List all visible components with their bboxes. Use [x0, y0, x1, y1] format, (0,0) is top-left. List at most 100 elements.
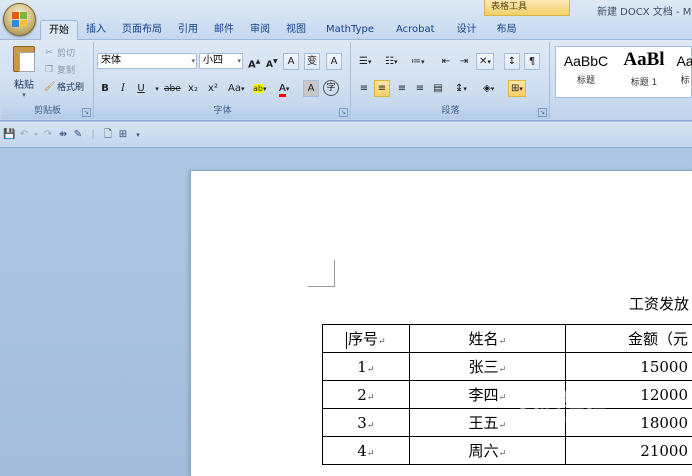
strikethrough-button[interactable]: abe	[161, 80, 184, 97]
table-row[interactable]: 2↵ 李四↵ 12000	[322, 380, 692, 409]
numbering-button[interactable]: ☷▾	[382, 53, 400, 70]
tab-page-layout[interactable]: 页面布局	[114, 20, 170, 40]
bold-button[interactable]: B	[97, 80, 113, 97]
subscript-button[interactable]: x₂	[185, 80, 201, 97]
tab-review[interactable]: 审阅	[242, 20, 278, 40]
enclose-char-label: 字	[326, 83, 336, 93]
table-row[interactable]: 1↵ 张三↵ 15000	[322, 352, 692, 381]
paste-button[interactable]: 粘贴 ▾	[10, 46, 38, 102]
table-row[interactable]: 3↵ 王五↵ 18000	[322, 408, 692, 437]
tab-references[interactable]: 引用	[170, 20, 206, 40]
font-group: 宋体 ▾ 小四 ▾ A▲ A▼ A 变 A B I U ▾ abe x₂ x² …	[95, 42, 351, 119]
table-header-row[interactable]: 序号↵ 姓名↵ 金额（元	[322, 324, 692, 353]
table-cell[interactable]: 2↵	[322, 380, 410, 409]
salary-table[interactable]: 序号↵ 姓名↵ 金额（元 1↵ 张三↵ 15000 2↵ 李四↵ 12000 3…	[322, 324, 692, 465]
tab-insert[interactable]: 插入	[78, 20, 114, 40]
show-marks-button[interactable]: ¶	[524, 53, 540, 70]
document-page[interactable]: 工资发放 序号↵ 姓名↵ 金额（元 1↵ 张三↵ 15000 2↵ 李四↵ 12…	[190, 170, 692, 476]
enclose-char-button[interactable]: 字	[323, 80, 339, 96]
header-amount: 金额（元	[627, 330, 688, 348]
document-area[interactable]: 工资发放 序号↵ 姓名↵ 金额（元 1↵ 张三↵ 15000 2↵ 李四↵ 12…	[0, 148, 692, 476]
decrease-indent-button[interactable]: ⇤	[438, 53, 454, 70]
table-cell[interactable]: 21000	[565, 436, 692, 465]
tab-mathtype[interactable]: MathType	[314, 20, 386, 40]
insert-table-row-icon[interactable]: ⇻	[57, 129, 69, 141]
tab-table-design[interactable]: 设计	[445, 20, 489, 40]
table-cell[interactable]: 15000	[565, 352, 692, 381]
increase-indent-button[interactable]: ⇥	[456, 53, 472, 70]
char-shading-button[interactable]: A	[303, 80, 319, 97]
office-button[interactable]	[3, 3, 36, 36]
font-color-button[interactable]: A▾	[276, 80, 292, 97]
change-case-label: Aa	[228, 83, 241, 94]
table-row[interactable]: 4↵ 周六↵ 21000	[322, 436, 692, 465]
clipboard-group-label: 剪贴板	[2, 104, 93, 119]
borders-button[interactable]: ⊞▾	[508, 80, 526, 97]
align-left-button[interactable]: ≡	[356, 80, 372, 97]
copy-button[interactable]: ❐ 复制	[44, 63, 75, 77]
paste-label: 粘贴	[14, 80, 34, 91]
style-heading-2[interactable]: Aa 标	[674, 49, 692, 95]
align-right-button[interactable]: ≡	[394, 80, 410, 97]
align-center-icon: ≡	[377, 83, 387, 94]
table-cell[interactable]: 1↵	[322, 352, 410, 381]
table-cell[interactable]: 周六↵	[408, 436, 567, 465]
tab-home[interactable]: 开始	[40, 20, 78, 41]
align-center-button[interactable]: ≡	[374, 80, 390, 97]
font-size-combo[interactable]: 小四 ▾	[199, 53, 243, 69]
shrink-font-button[interactable]: A▼	[263, 53, 281, 70]
table-cell[interactable]: 金额（元	[565, 324, 692, 353]
format-painter-button[interactable]: 🖌 格式刷	[44, 80, 84, 94]
dialog-launcher-icon[interactable]: ↘	[538, 108, 547, 117]
bullets-button[interactable]: ☰▾	[356, 53, 374, 70]
underline-button[interactable]: U	[133, 80, 149, 97]
line-spacing-button[interactable]: ↨▾	[452, 80, 470, 97]
char-border-button[interactable]: A	[326, 53, 342, 70]
table-cell[interactable]: 李四↵	[408, 380, 567, 409]
distributed-button[interactable]: ▤	[430, 80, 446, 97]
shading-button[interactable]: ◈▾	[480, 80, 497, 97]
multilevel-list-button[interactable]: ≔▾	[408, 53, 428, 70]
grow-font-button[interactable]: A▲	[245, 53, 263, 70]
table-cell[interactable]: 姓名↵	[408, 324, 567, 353]
change-case-button[interactable]: Aa▾	[225, 80, 247, 97]
tab-acrobat[interactable]: Acrobat	[386, 20, 445, 40]
cell-seq: 2	[357, 385, 367, 404]
dialog-launcher-icon[interactable]: ↘	[339, 108, 348, 117]
table-cell[interactable]: 4↵	[322, 436, 410, 465]
table-cell[interactable]: 序号↵	[322, 324, 410, 353]
style-title[interactable]: AaBbC 标题	[558, 49, 614, 95]
align-right-icon: ≡	[397, 83, 407, 94]
justify-button[interactable]: ≡	[412, 80, 428, 97]
highlight-button[interactable]: ab▾	[250, 80, 270, 97]
undo-icon[interactable]: ↶	[18, 129, 30, 141]
save-icon[interactable]: 💾	[3, 129, 15, 141]
table-cell[interactable]: 张三↵	[408, 352, 567, 381]
table-cell[interactable]: 12000	[565, 380, 692, 409]
clear-format-button[interactable]: A	[283, 53, 299, 70]
table-icon[interactable]: ⊞	[117, 129, 129, 141]
tab-mailings[interactable]: 邮件	[206, 20, 242, 40]
dialog-launcher-icon[interactable]: ↘	[82, 108, 91, 117]
font-name-combo[interactable]: 宋体 ▾	[97, 53, 197, 69]
table-cell[interactable]: 3↵	[322, 408, 410, 437]
sort-button[interactable]: ↕	[504, 53, 520, 70]
cut-button[interactable]: ✂ 剪切	[44, 46, 75, 60]
redo-icon[interactable]: ↷	[42, 129, 54, 141]
customize-qat-icon[interactable]: ▾	[132, 129, 144, 141]
paragraph-mark-icon: ↵	[366, 392, 375, 403]
superscript-button[interactable]: x²	[205, 80, 221, 97]
tab-table-layout[interactable]: 布局	[489, 20, 525, 40]
tab-view[interactable]: 视图	[278, 20, 314, 40]
phonetic-guide-button[interactable]: 变	[304, 53, 320, 70]
table-cell[interactable]: 18000	[565, 408, 692, 437]
style-heading-1[interactable]: AaBl 标题 1	[616, 49, 672, 95]
edit-icon[interactable]: ✎	[72, 129, 84, 141]
chevron-down-icon[interactable]: ▾	[33, 129, 39, 141]
document-heading[interactable]: 工资发放	[629, 293, 689, 314]
increase-indent-icon: ⇥	[459, 56, 469, 67]
table-cell[interactable]: 王五↵	[408, 408, 567, 437]
chinese-layout-button[interactable]: ✕▾	[476, 53, 494, 70]
new-document-icon[interactable]: 🗋	[102, 129, 114, 141]
italic-button[interactable]: I	[115, 80, 131, 97]
